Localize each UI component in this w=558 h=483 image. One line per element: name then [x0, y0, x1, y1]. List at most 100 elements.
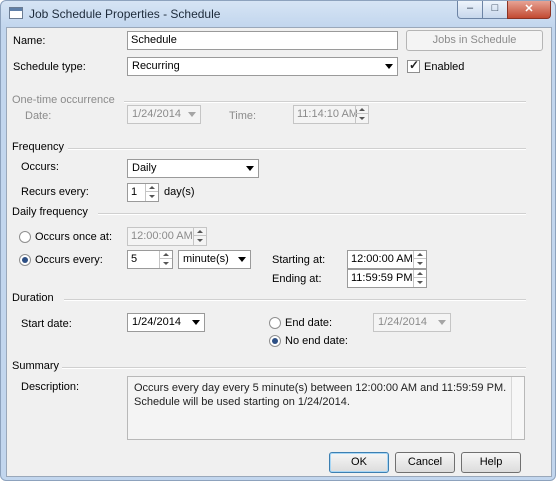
- recurs-unit-label: day(s): [164, 186, 195, 198]
- one-time-date-value: 1/24/2014: [132, 108, 181, 120]
- spin-up-icon[interactable]: [356, 106, 368, 114]
- occurs-every-unit-value: minute(s): [183, 253, 229, 265]
- spinner-buttons[interactable]: [145, 184, 158, 201]
- recurs-every-spinner[interactable]: 1: [127, 183, 159, 202]
- spinner-buttons[interactable]: [159, 251, 172, 268]
- occurs-every-spinner[interactable]: 5: [127, 250, 173, 269]
- spin-down-icon[interactable]: [146, 193, 158, 201]
- window-app-icon: [9, 7, 23, 19]
- occurs-label: Occurs:: [21, 161, 59, 173]
- occurs-every-radio[interactable]: [19, 254, 31, 266]
- occurs-once-time-value: 12:00:00 AM: [131, 230, 193, 242]
- starting-at-label: Starting at:: [272, 254, 326, 266]
- dialog-window: Job Schedule Properties - Schedule – □ ✕…: [0, 0, 556, 481]
- section-divider: [98, 213, 526, 215]
- occurs-every-unit-select[interactable]: minute(s): [178, 250, 251, 269]
- occurs-once-label: Occurs once at:: [35, 231, 113, 243]
- end-date-label: End date:: [285, 317, 333, 329]
- window-title: Job Schedule Properties - Schedule: [29, 7, 221, 21]
- recurs-every-label: Recurs every:: [21, 186, 89, 198]
- spinner-buttons[interactable]: [193, 228, 206, 245]
- one-time-time-label: Time:: [229, 110, 257, 122]
- minimize-button[interactable]: –: [457, 1, 483, 19]
- frequency-section: Frequency: [12, 141, 542, 153]
- calendar-dropdown-icon: [438, 320, 446, 325]
- name-label: Name:: [13, 35, 46, 47]
- cancel-button[interactable]: Cancel: [395, 452, 455, 473]
- minimize-icon: –: [466, 2, 474, 14]
- one-time-occurrence-section: One-time occurrence: [12, 94, 542, 106]
- chevron-down-icon: [246, 166, 254, 171]
- summary-section: Summary: [12, 360, 542, 372]
- spin-down-icon[interactable]: [194, 237, 206, 245]
- occurs-once-radio[interactable]: [19, 231, 31, 243]
- close-icon: ✕: [524, 3, 534, 15]
- section-title: Duration: [12, 292, 54, 304]
- maximize-button[interactable]: □: [482, 1, 508, 19]
- recurs-every-value: 1: [131, 186, 138, 198]
- maximize-icon: □: [491, 2, 499, 14]
- one-time-date-label: Date:: [25, 110, 52, 122]
- section-divider: [124, 101, 526, 103]
- description-textarea[interactable]: Occurs every day every 5 minute(s) betwe…: [127, 376, 525, 440]
- schedule-type-label: Schedule type:: [13, 61, 86, 73]
- title-bar[interactable]: Job Schedule Properties - Schedule – □ ✕: [1, 1, 557, 27]
- section-title: Summary: [12, 360, 60, 372]
- daily-frequency-section: Daily frequency: [12, 206, 542, 218]
- enabled-checkbox[interactable]: [407, 58, 420, 73]
- start-date-picker[interactable]: 1/24/2014: [127, 313, 205, 332]
- occurs-once-time-spinner[interactable]: 12:00:00 AM: [127, 227, 207, 246]
- duration-section: Duration: [12, 292, 542, 304]
- section-divider: [68, 148, 526, 150]
- one-time-date-picker[interactable]: 1/24/2014: [127, 105, 201, 124]
- no-end-date-label: No end date:: [285, 335, 348, 347]
- end-date-value: 1/24/2014: [378, 316, 427, 328]
- one-time-time-spinner[interactable]: 11:14:10 AM: [293, 105, 369, 124]
- schedule-type-select[interactable]: Recurring: [127, 57, 398, 76]
- dialog-client-area: Name: Schedule Jobs in Schedule Schedule…: [6, 27, 552, 477]
- starting-at-value: 12:00:00 AM: [351, 253, 413, 265]
- chevron-down-icon: [238, 257, 246, 262]
- spin-up-icon[interactable]: [194, 228, 206, 236]
- spin-up-icon[interactable]: [160, 251, 172, 259]
- calendar-dropdown-icon: [192, 320, 200, 325]
- section-divider: [64, 299, 526, 301]
- close-button[interactable]: ✕: [507, 1, 551, 19]
- no-end-date-radio[interactable]: [269, 335, 281, 347]
- occurs-select[interactable]: Daily: [127, 159, 259, 178]
- one-time-time-value: 11:14:10 AM: [297, 108, 358, 120]
- spin-up-icon[interactable]: [414, 270, 426, 278]
- description-text: Occurs every day every 5 minute(s) betwe…: [134, 382, 507, 408]
- description-label: Description:: [21, 381, 80, 393]
- ok-button[interactable]: OK: [329, 452, 389, 473]
- ending-at-spinner[interactable]: 11:59:59 PM: [347, 269, 427, 288]
- ending-at-value: 11:59:59 PM: [351, 272, 413, 284]
- section-title: Frequency: [12, 141, 64, 153]
- chevron-down-icon: [385, 64, 393, 69]
- spinner-buttons[interactable]: [413, 251, 426, 268]
- section-divider: [62, 367, 526, 369]
- help-button[interactable]: Help: [461, 452, 521, 473]
- end-date-radio[interactable]: [269, 317, 281, 329]
- spin-up-icon[interactable]: [414, 251, 426, 259]
- description-scrollbar[interactable]: [511, 377, 524, 439]
- spin-down-icon[interactable]: [414, 279, 426, 287]
- schedule-type-value: Recurring: [132, 60, 180, 72]
- spin-down-icon[interactable]: [356, 115, 368, 123]
- occurs-every-value: 5: [131, 253, 138, 265]
- chevron-down-icon: [188, 112, 196, 117]
- name-input[interactable]: Schedule: [127, 31, 398, 50]
- occurs-every-label: Occurs every:: [35, 254, 103, 266]
- spinner-buttons[interactable]: [355, 106, 368, 123]
- occurs-value: Daily: [132, 162, 157, 174]
- spinner-buttons[interactable]: [413, 270, 426, 287]
- start-date-value: 1/24/2014: [132, 316, 181, 328]
- spin-down-icon[interactable]: [160, 260, 172, 268]
- spin-down-icon[interactable]: [414, 260, 426, 268]
- jobs-in-schedule-button[interactable]: Jobs in Schedule: [406, 30, 543, 51]
- spin-up-icon[interactable]: [146, 184, 158, 192]
- section-title: Daily frequency: [12, 206, 88, 218]
- starting-at-spinner[interactable]: 12:00:00 AM: [347, 250, 427, 269]
- end-date-picker[interactable]: 1/24/2014: [373, 313, 451, 332]
- ending-at-label: Ending at:: [272, 273, 322, 285]
